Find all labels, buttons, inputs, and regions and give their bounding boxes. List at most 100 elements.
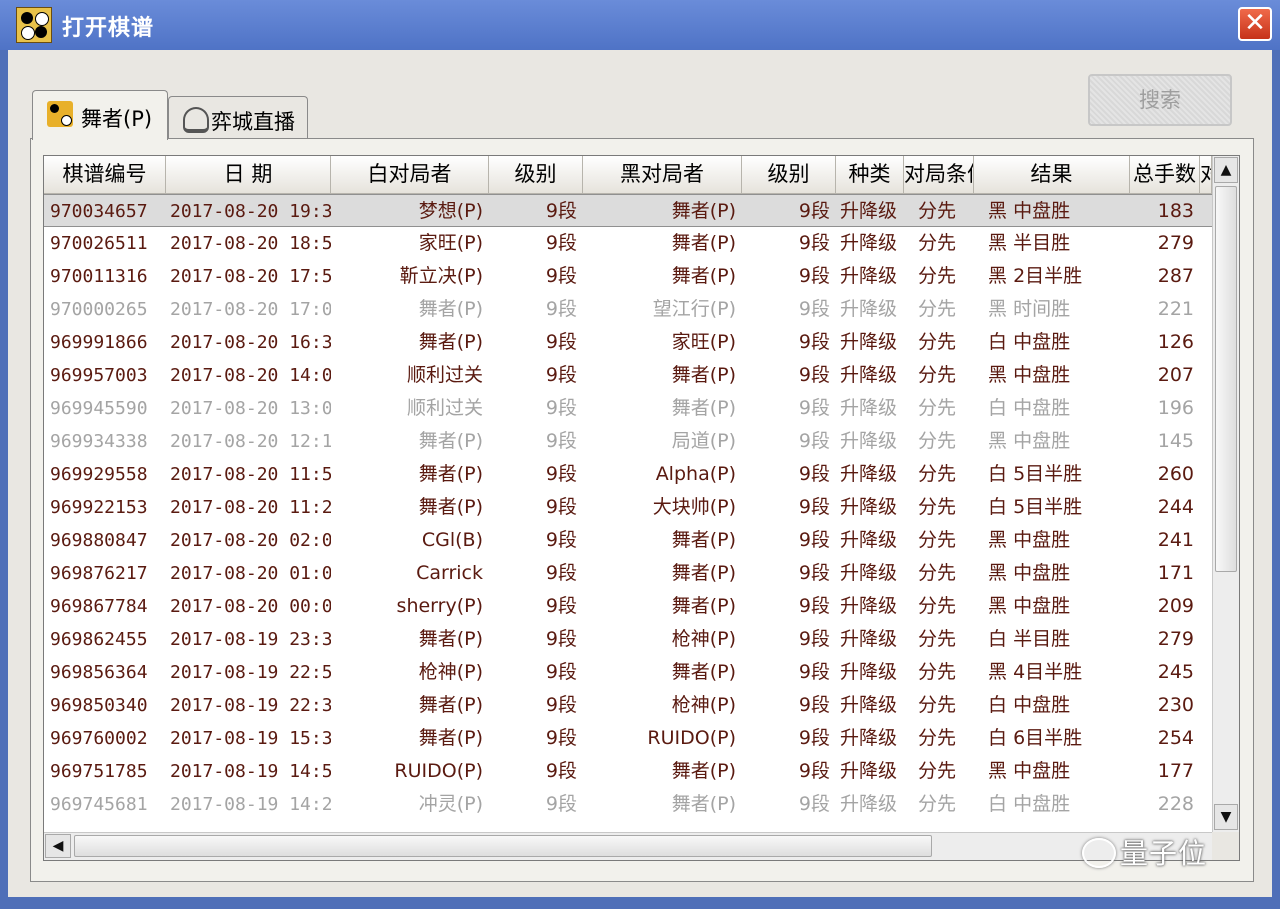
search-button[interactable]: 搜索: [1088, 74, 1232, 126]
column-header-cond[interactable]: 对局条件: [904, 156, 974, 193]
table-row[interactable]: 969929558 2017-08-20 11:55 舞者(P) 9段 Alpha(P)…: [44, 458, 1212, 491]
cell-white: 顺利过关: [406, 364, 483, 386]
table-row[interactable]: 9696597032017-08-19 09:01梦想(P)9段舞者(P)9段升…: [44, 821, 1212, 826]
cell-moves: 279: [1157, 628, 1194, 650]
cell-cond: 分先: [918, 529, 957, 551]
result-detail: 时间胜: [1013, 298, 1071, 320]
cell-cond: 分先: [918, 232, 957, 254]
cell-id: 969876217: [50, 563, 148, 584]
title-bar[interactable]: 打开棋谱 ✕: [0, 0, 1280, 50]
scroll-left-button[interactable]: ◀: [45, 834, 71, 858]
cell-id: 969945590: [50, 398, 148, 419]
horizontal-scrollbar[interactable]: ◀: [44, 832, 1212, 860]
table-row[interactable]: 969850340 2017-08-19 22:31 舞者(P) 9段 枪神(P) 9段升…: [44, 689, 1212, 722]
cell-wrank: 9段: [545, 595, 577, 617]
cell-result: 黑 中盘胜: [974, 755, 1130, 788]
table-row[interactable]: 969862455 2017-08-19 23:31 舞者(P) 9段 枪神(P) 9段升…: [44, 623, 1212, 656]
table-row[interactable]: 969880847 2017-08-20 02:01 CGl(B) 9段 舞者(P) 9段…: [44, 524, 1212, 557]
column-header-date[interactable]: 日 期: [166, 156, 331, 193]
cell-cond: 分先: [918, 727, 957, 749]
cell-date: 2017-08-20 17:52: [170, 266, 331, 287]
scroll-up-button[interactable]: ▲: [1214, 157, 1238, 183]
open-game-record-dialog: 打开棋谱 ✕ 搜索 舞者(P) 弈城直播 棋谱编号日 期白对局者 级别 黑对局者 级别…: [0, 0, 1280, 909]
table-row[interactable]: 969991866 2017-08-20 16:36 舞者(P) 9段 家旺(P) 9段升…: [44, 326, 1212, 359]
cell-brank: 9段: [798, 562, 830, 584]
cell-cond: 分先: [918, 562, 957, 584]
column-header-extra[interactable]: 对: [1200, 156, 1212, 193]
cell-white: 舞者(P): [418, 463, 483, 485]
cell-brank: 9段: [798, 628, 830, 650]
tab-live-broadcast[interactable]: 弈城直播: [168, 96, 308, 140]
column-header-id[interactable]: 棋谱编号: [44, 156, 166, 193]
table-row[interactable]: 969957003 2017-08-20 14:05 顺利过关 9段 舞者(P) 9段 升降…: [44, 359, 1212, 392]
result-detail: 中盘胜: [1013, 595, 1071, 617]
cell-wrank: 9段: [545, 232, 577, 254]
table-row[interactable]: 969751785 2017-08-19 14:55 RUIDO(P) 9段 舞者(P)…: [44, 755, 1212, 788]
result-side: 白: [988, 694, 1008, 716]
column-header-type[interactable]: 种类: [836, 156, 904, 193]
cell-moves: 95: [1130, 821, 1200, 826]
cell-moves: 221: [1157, 298, 1194, 320]
cell-wrank: 9段: [545, 760, 577, 782]
column-header-white[interactable]: 白对局者: [331, 156, 489, 193]
arrow-left-icon: ◀: [52, 838, 64, 854]
table-row[interactable]: 969867784 2017-08-20 00:02 sherry(P) 9段 舞者(P…: [44, 590, 1212, 623]
tab-label: 弈城直播: [211, 110, 295, 134]
result-side: 黑: [988, 562, 1008, 584]
cell-cond: 分先: [918, 760, 957, 782]
table-row[interactable]: 970000265 2017-08-20 17:09 舞者(P) 9段 望江行(P) 9段…: [44, 293, 1212, 326]
table-row[interactable]: 969876217 2017-08-20 01:07 Carrick 9段 舞者(P) 9…: [44, 557, 1212, 590]
cell-cond: 分先: [918, 430, 957, 452]
column-header-black[interactable]: 黑对局者: [583, 156, 742, 193]
column-header-brank[interactable]: 级别: [742, 156, 836, 193]
cell-type: 升降级: [840, 200, 898, 222]
result-detail: 中盘胜: [1013, 529, 1071, 551]
column-header-moves[interactable]: 总手数: [1130, 156, 1200, 193]
tab-wuzhe[interactable]: 舞者(P): [32, 90, 168, 140]
cell-type: 升降级: [840, 595, 898, 617]
cell-id: 969991866: [50, 332, 148, 353]
column-header-wrank[interactable]: 级别: [489, 156, 583, 193]
table-row[interactable]: 970011316 2017-08-20 17:52 靳立决(P) 9段 舞者(P) 9段…: [44, 260, 1212, 293]
cell-wrank: 9段: [545, 397, 577, 419]
table-row[interactable]: 969745681 2017-08-19 14:26 冲灵(P) 9段 舞者(P) 9段升…: [44, 788, 1212, 821]
table-row[interactable]: 969945590 2017-08-20 13:09 顺利过关 9段 舞者(P) 9段 升降…: [44, 392, 1212, 425]
column-header-result[interactable]: 结果: [974, 156, 1130, 193]
table-row[interactable]: 969856364 2017-08-19 22:59 枪神(P) 9段 舞者(P) 9段升…: [44, 656, 1212, 689]
cell-type: 升降级: [840, 628, 898, 650]
table-row[interactable]: 970026511 2017-08-20 18:59 家旺(P) 9段 舞者(P) 9段升…: [44, 227, 1212, 260]
cell-white: 舞者(P): [418, 496, 483, 518]
cell-cond: 分先: [918, 661, 957, 683]
cell-date: 2017-08-19 15:33: [170, 728, 331, 749]
scroll-down-button[interactable]: ▼: [1214, 804, 1238, 830]
window-title: 打开棋谱: [62, 16, 155, 41]
cell-id: 969929558: [50, 464, 148, 485]
result-detail: 中盘胜: [1013, 760, 1071, 782]
cell-date: 2017-08-20 13:09: [170, 398, 331, 419]
cell-type: 升降级: [840, 298, 898, 320]
horizontal-scroll-thumb[interactable]: [74, 835, 932, 857]
table-row[interactable]: 969760002 2017-08-19 15:33 舞者(P) 9段 RUIDO(P)…: [44, 722, 1212, 755]
vertical-scrollbar[interactable]: ▲ ▼: [1212, 156, 1239, 832]
close-button[interactable]: ✕: [1238, 7, 1272, 41]
result-detail: 中盘胜: [1013, 331, 1071, 353]
table-row[interactable]: 970034657 2017-08-20 19:39 梦想(P) 9段 舞者(P) 9段升…: [44, 194, 1212, 227]
vertical-scroll-thumb[interactable]: [1215, 186, 1237, 572]
table-row[interactable]: 969922153 2017-08-20 11:22 舞者(P) 9段 大块帅(P) 9段…: [44, 491, 1212, 524]
result-detail: 4目半胜: [1013, 661, 1083, 683]
cell-date: 2017-08-20 17:09: [170, 299, 331, 320]
cell-brank: 9段: [798, 331, 830, 353]
cell-date: 2017-08-19 14:26: [170, 794, 331, 815]
cell-black: 舞者(P): [671, 529, 736, 551]
cell-result: 黑 半目胜: [974, 227, 1130, 260]
cell-id: 969880847: [50, 530, 148, 551]
cell-id: 969867784: [50, 596, 148, 617]
cell-brank: 9段: [798, 430, 830, 452]
cell-moves: 287: [1157, 265, 1194, 287]
cell-type: 升降级: [840, 331, 898, 353]
result-detail: 中盘胜: [1013, 397, 1071, 419]
result-side: 白: [988, 793, 1008, 815]
table-row[interactable]: 969934338 2017-08-20 12:16 舞者(P) 9段 局道(P) 9段升…: [44, 425, 1212, 458]
window-border-bottom: [0, 897, 1280, 909]
result-detail: 中盘胜: [1013, 694, 1071, 716]
